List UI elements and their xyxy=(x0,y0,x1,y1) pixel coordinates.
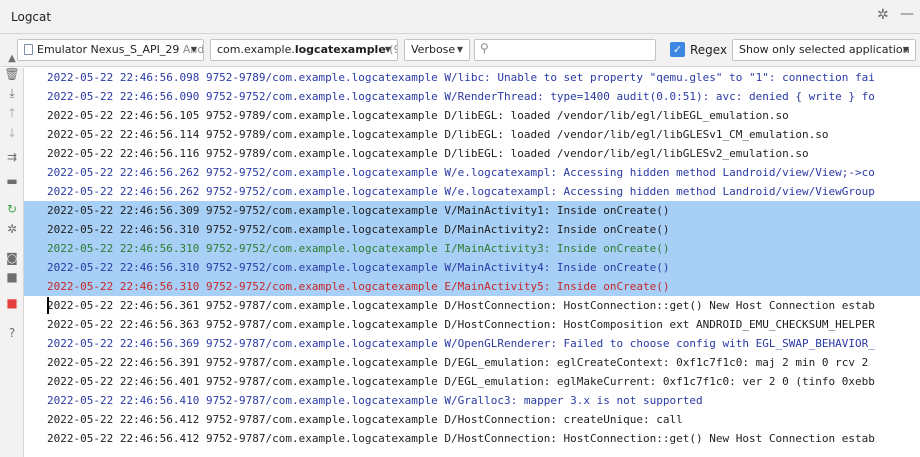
logcat-sidebar: ▲ 🗑 ⤓ ↑ ↓ ⇉ ▬ ↻ ✲ ◙ ■ ■ ? xyxy=(0,53,24,457)
print-icon[interactable]: ▬ xyxy=(0,174,24,188)
log-level-dropdown[interactable]: Verbose ▼ xyxy=(404,39,470,61)
log-line[interactable]: 2022-05-22 22:46:56.410 9752-9787/com.ex… xyxy=(24,391,920,410)
log-line[interactable]: 2022-05-22 22:46:56.105 9752-9789/com.ex… xyxy=(24,106,920,125)
trash-icon[interactable]: 🗑 xyxy=(0,67,24,81)
chevron-down-icon: ▼ xyxy=(190,45,197,54)
logcat-title-bar: Logcat ✲ — xyxy=(0,0,920,34)
device-dropdown[interactable]: Emulator Nexus_S_API_29 And ▼ xyxy=(17,39,204,61)
log-line[interactable]: 2022-05-22 22:46:56.369 9752-9787/com.ex… xyxy=(24,334,920,353)
search-icon: ⚲ xyxy=(480,41,489,55)
text-caret xyxy=(47,297,49,314)
log-line[interactable]: 2022-05-22 22:46:56.310 9752-9752/com.ex… xyxy=(24,220,920,239)
log-line[interactable]: 2022-05-22 22:46:56.098 9752-9789/com.ex… xyxy=(24,68,920,87)
log-line[interactable]: 2022-05-22 22:46:56.262 9752-9752/com.ex… xyxy=(24,182,920,201)
chevron-down-icon: ▼ xyxy=(902,45,909,54)
stop-icon[interactable]: ■ xyxy=(0,296,24,310)
log-line[interactable]: 2022-05-22 22:46:56.090 9752-9752/com.ex… xyxy=(24,87,920,106)
filter-dropdown[interactable]: Show only selected application ▼ xyxy=(732,39,916,61)
log-line[interactable]: 2022-05-22 22:46:56.401 9752-9787/com.ex… xyxy=(24,372,920,391)
up-arrow-icon[interactable]: ↑ xyxy=(0,106,24,120)
screenshot-icon[interactable]: ◙ xyxy=(0,251,24,265)
log-line[interactable]: 2022-05-22 22:46:56.309 9752-9752/com.ex… xyxy=(24,201,920,220)
log-level-value: Verbose xyxy=(411,43,456,56)
regex-label: Regex xyxy=(690,43,728,57)
window-title: Logcat xyxy=(11,10,52,24)
log-line[interactable]: 2022-05-22 22:46:56.361 9752-9787/com.ex… xyxy=(24,296,920,315)
settings-icon[interactable]: ✲ xyxy=(0,222,24,236)
logcat-toolbar: Emulator Nexus_S_API_29 And ▼ com.exampl… xyxy=(0,34,920,67)
log-line[interactable]: 2022-05-22 22:46:56.391 9752-9787/com.ex… xyxy=(24,353,920,372)
soft-wrap-icon[interactable]: ⇉ xyxy=(0,150,24,164)
screen-record-icon[interactable]: ■ xyxy=(0,270,24,284)
down-arrow-icon[interactable]: ↓ xyxy=(0,126,24,140)
log-line[interactable]: 2022-05-22 22:46:56.116 9752-9789/com.ex… xyxy=(24,144,920,163)
chevron-down-icon: ▼ xyxy=(456,45,463,54)
log-line[interactable]: 2022-05-22 22:46:56.310 9752-9752/com.ex… xyxy=(24,239,920,258)
regex-checkbox[interactable]: ✓ xyxy=(670,42,685,57)
scroll-to-end-icon[interactable]: ⤓ xyxy=(0,86,24,100)
log-output[interactable]: 2022-05-22 22:46:56.098 9752-9789/com.ex… xyxy=(24,68,920,457)
search-input[interactable]: ⚲ xyxy=(474,39,656,61)
process-name: logcatexample xyxy=(294,43,386,56)
gear-icon[interactable]: ✲ xyxy=(877,7,889,23)
process-dropdown[interactable]: com.example.logcatexample (97 ▼ xyxy=(210,39,398,61)
log-line[interactable]: 2022-05-22 22:46:56.114 9752-9789/com.ex… xyxy=(24,125,920,144)
log-line[interactable]: 2022-05-22 22:46:56.363 9752-9787/com.ex… xyxy=(24,315,920,334)
scroll-up-icon[interactable]: ▲ xyxy=(0,52,24,66)
log-line[interactable]: 2022-05-22 22:46:56.310 9752-9752/com.ex… xyxy=(24,258,920,277)
process-prefix: com.example. xyxy=(217,43,295,56)
chevron-down-icon: ▼ xyxy=(384,45,391,54)
log-line[interactable]: 2022-05-22 22:46:56.310 9752-9752/com.ex… xyxy=(24,277,920,296)
device-name: Emulator Nexus_S_API_29 xyxy=(37,43,180,56)
log-line[interactable]: 2022-05-22 22:46:56.412 9752-9787/com.ex… xyxy=(24,429,920,448)
filter-value: Show only selected application xyxy=(739,43,910,56)
log-line[interactable]: 2022-05-22 22:46:56.412 9752-9787/com.ex… xyxy=(24,410,920,429)
minimize-icon[interactable]: — xyxy=(900,6,914,22)
log-line[interactable]: 2022-05-22 22:46:56.262 9752-9752/com.ex… xyxy=(24,163,920,182)
restart-icon[interactable]: ↻ xyxy=(0,202,24,216)
help-icon[interactable]: ? xyxy=(0,326,24,340)
device-icon xyxy=(24,44,33,55)
